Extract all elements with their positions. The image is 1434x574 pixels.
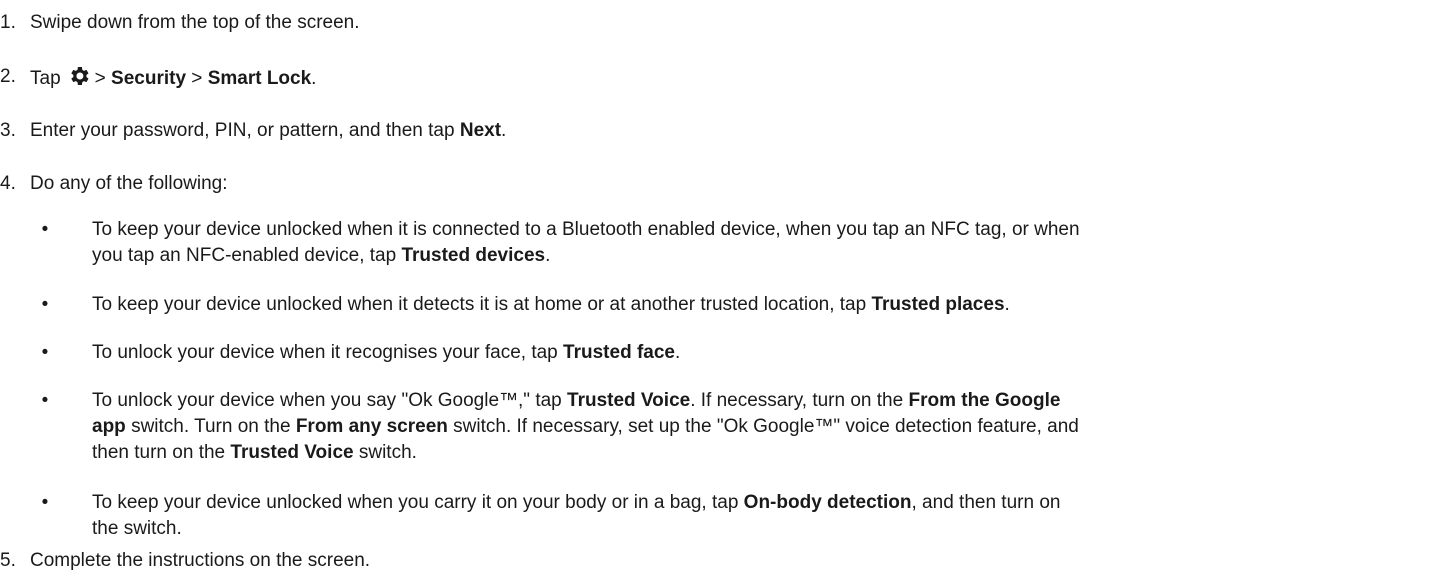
next-label: Next xyxy=(459,120,502,141)
step-text: Tap > Security > Smart Lock. xyxy=(30,64,316,96)
bullet-body: To unlock your device when you say "Ok G… xyxy=(92,390,562,411)
bullet-body: then turn on the xyxy=(92,442,226,463)
bullet-symbol: • xyxy=(41,342,49,363)
separator: > xyxy=(94,68,106,89)
bullet-line: To unlock your device when you say "Ok G… xyxy=(92,388,1430,414)
punctuation: . xyxy=(674,342,681,363)
instructions-document: 1. Swipe down from the top of the screen… xyxy=(0,0,1434,573)
bullet-body: . If necessary, turn on the xyxy=(690,390,904,411)
bullet-body: you tap an NFC-enabled device, tap xyxy=(92,245,397,266)
bullet-body: switch. xyxy=(358,442,417,463)
bullet-line: To keep your device unlocked when it is … xyxy=(92,219,1080,240)
bullet-symbol: • xyxy=(41,492,49,513)
trusted-voice-switch-label: Trusted Voice xyxy=(230,442,354,463)
bullet-symbol: • xyxy=(41,294,49,315)
trusted-devices-label: Trusted devices xyxy=(401,245,546,266)
bullet-symbol: • xyxy=(41,219,49,240)
from-any-screen-label: From any screen xyxy=(295,416,448,437)
bullet-line: you tap an NFC-enabled device, tap Trust… xyxy=(92,243,1430,269)
bullet-text: To keep your device unlocked when you ca… xyxy=(92,490,1430,542)
bullet-text: To unlock your device when you say "Ok G… xyxy=(92,388,1430,466)
bullet-body: To keep your device unlocked when it det… xyxy=(92,294,867,315)
from-google-app-label: From the Google xyxy=(908,390,1061,411)
bullet-body: , and then turn on xyxy=(911,492,1061,513)
security-label: Security xyxy=(111,68,187,89)
punctuation: . xyxy=(501,120,507,141)
punctuation: . xyxy=(311,68,317,89)
bullet-line: the switch. xyxy=(92,518,182,539)
bullet-text: To unlock your device when it recognises… xyxy=(92,340,1430,366)
bullet-body: To unlock your device when it recognises… xyxy=(92,342,558,363)
bullet-text: To keep your device unlocked when it is … xyxy=(92,217,1430,269)
step-prefix: Tap xyxy=(30,68,61,89)
bullet-body: switch. Turn on the xyxy=(131,416,291,437)
trusted-voice-label: Trusted Voice xyxy=(567,390,691,411)
bullet-body: To keep your device unlocked when you ca… xyxy=(92,492,739,513)
punctuation: . xyxy=(545,245,551,266)
bullet-line: To keep your device unlocked when you ca… xyxy=(92,490,1430,516)
bullet-symbol: • xyxy=(41,390,49,411)
bullet-text: To keep your device unlocked when it det… xyxy=(92,292,1430,318)
step-text: Swipe down from the top of the screen. xyxy=(30,12,360,33)
bullet-body: switch. If necessary, set up the "Ok Goo… xyxy=(453,416,1079,437)
step-text: Do any of the following: xyxy=(30,173,228,194)
trusted-places-label: Trusted places xyxy=(871,294,1005,315)
step-body: Enter your password, PIN, or pattern, an… xyxy=(30,120,455,141)
step-text: Complete the instructions on the screen. xyxy=(30,550,371,571)
gear-icon xyxy=(67,64,91,96)
trusted-face-label: Trusted face xyxy=(563,342,675,363)
punctuation: . xyxy=(1004,294,1010,315)
from-google-app-label-end: app xyxy=(92,416,126,437)
bullet-line: then turn on the Trusted Voice switch. xyxy=(92,440,1430,466)
smart-lock-label: Smart Lock xyxy=(207,68,312,89)
step-text: Enter your password, PIN, or pattern, an… xyxy=(30,118,506,144)
separator: > xyxy=(191,68,203,89)
on-body-detection-label: On-body detection xyxy=(743,492,912,513)
bullet-line: app switch. Turn on the From any screen … xyxy=(92,414,1430,440)
